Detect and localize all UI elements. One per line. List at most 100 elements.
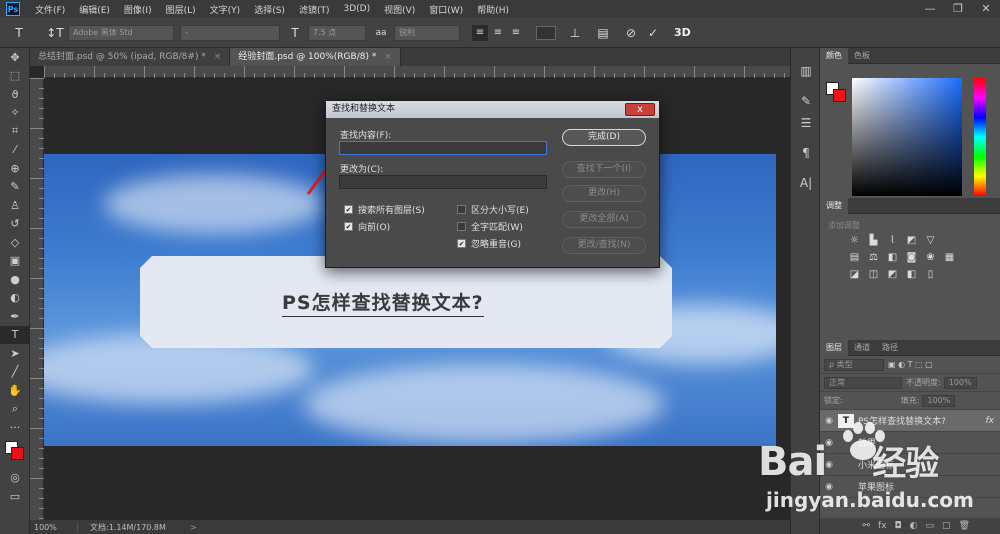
close-icon[interactable]: × (214, 48, 222, 66)
color-balance-icon[interactable]: ⚖ (865, 252, 882, 264)
menu-image[interactable]: 图像(I) (117, 3, 159, 16)
zoom-level[interactable]: 100% (30, 522, 78, 532)
align-center-icon[interactable]: ≡ (490, 25, 506, 41)
menu-type[interactable]: 文字(Y) (203, 3, 248, 16)
healing-tool-icon[interactable]: ⊕ (0, 159, 30, 178)
menu-edit[interactable]: 编辑(E) (72, 3, 117, 16)
type-tool-icon[interactable]: T (10, 24, 28, 42)
menu-layer[interactable]: 图层(L) (159, 3, 203, 16)
tab-channels[interactable]: 通道 (848, 342, 876, 353)
forward-checkbox[interactable]: ✔ 向前(O) (344, 220, 390, 233)
text-orientation-icon[interactable]: ↕T (46, 24, 64, 42)
fill-input[interactable]: 100% (922, 394, 956, 407)
brush-tool-icon[interactable]: ✎ (0, 178, 30, 197)
photo-filter-icon[interactable]: ◙ (903, 252, 920, 264)
blur-tool-icon[interactable]: ● (0, 270, 30, 289)
opacity-input[interactable]: 100% (943, 376, 977, 389)
crop-tool-icon[interactable]: ⌗ (0, 122, 30, 141)
pen-tool-icon[interactable]: ✒ (0, 307, 30, 326)
properties-panel-icon[interactable]: ☰ (791, 112, 821, 134)
brightness-icon[interactable]: ☼ (846, 235, 863, 247)
threshold-icon[interactable]: ◩ (884, 269, 901, 281)
menu-view[interactable]: 视图(V) (377, 3, 422, 16)
minimize-icon[interactable]: — (916, 0, 944, 18)
tab-paths[interactable]: 路径 (876, 342, 904, 353)
menu-select[interactable]: 选择(S) (247, 3, 292, 16)
menu-file[interactable]: 文件(F) (28, 3, 72, 16)
black-white-icon[interactable]: ◧ (884, 252, 901, 264)
font-family-select[interactable]: Adobe 黑体 Std (68, 24, 174, 41)
tab-color[interactable]: 颜色 (820, 47, 848, 64)
gradient-tool-icon[interactable]: ▣ (0, 252, 30, 271)
lasso-tool-icon[interactable]: ϑ (0, 85, 30, 104)
zoom-tool-icon[interactable]: ⌕ (0, 400, 30, 419)
text-color-swatch[interactable] (536, 25, 556, 40)
color-swatches[interactable] (0, 437, 30, 469)
move-tool-icon[interactable]: ✥ (0, 48, 30, 67)
tab-document-2[interactable]: 经验封面.psd @ 100%(RGB/8) * × (230, 48, 401, 66)
blend-mode-select[interactable]: 正常 (824, 376, 902, 389)
background-color[interactable] (11, 446, 24, 460)
font-style-select[interactable]: - (180, 24, 280, 41)
color-picker-field[interactable] (852, 78, 962, 196)
screen-mode-icon[interactable]: ▭ (0, 487, 30, 506)
path-selection-tool-icon[interactable]: ➤ (0, 344, 30, 363)
eyedropper-tool-icon[interactable]: ⁄ (0, 141, 30, 160)
antialias-select[interactable]: 锐利 (394, 24, 460, 41)
hand-tool-icon[interactable]: ✋ (0, 381, 30, 400)
commit-icon[interactable]: ✓ (644, 24, 662, 42)
menu-filter[interactable]: 滤镜(T) (292, 3, 337, 16)
tab-swatches[interactable]: 色板 (848, 50, 876, 61)
change-all-button[interactable]: 更改全部(A) (562, 211, 646, 228)
tab-adjustments[interactable]: 调整 (820, 197, 848, 214)
channel-mixer-icon[interactable]: ❀ (922, 252, 939, 264)
levels-icon[interactable]: ▙ (865, 235, 882, 247)
close-icon[interactable]: × (384, 48, 392, 66)
find-input[interactable] (339, 141, 547, 155)
close-icon[interactable]: ✕ (972, 0, 1000, 18)
brush-panel-icon[interactable]: ✎ (791, 90, 821, 112)
tab-document-1[interactable]: 总结封面.psd @ 50% (ipad, RGB/8#) * × (30, 48, 231, 66)
exposure-icon[interactable]: ◩ (903, 235, 920, 247)
case-sensitive-checkbox[interactable]: 区分大小写(E) (457, 203, 529, 216)
stamp-tool-icon[interactable]: ♙ (0, 196, 30, 215)
replace-input[interactable] (339, 175, 547, 189)
tab-layers[interactable]: 图层 (820, 339, 848, 356)
vibrance-icon[interactable]: ▽ (922, 235, 939, 247)
search-all-layers-checkbox[interactable]: ✔ 搜索所有图层(S) (344, 203, 425, 216)
invert-icon[interactable]: ◪ (846, 269, 863, 281)
done-button[interactable]: 完成(D) (562, 129, 646, 146)
color-lookup-icon[interactable]: ▦ (941, 252, 958, 264)
line-tool-icon[interactable]: ╱ (0, 363, 30, 382)
marquee-tool-icon[interactable]: ⬚ (0, 67, 30, 86)
card-title-text[interactable]: PS怎样查找替换文本? (282, 288, 484, 317)
posterize-icon[interactable]: ◫ (865, 269, 882, 281)
character-panel-icon[interactable]: A| (791, 172, 821, 194)
dialog-close-button[interactable]: x (625, 103, 655, 116)
curves-icon[interactable]: ⌇ (884, 235, 901, 247)
whole-word-checkbox[interactable]: 全字匹配(W) (457, 220, 523, 233)
menu-3d[interactable]: 3D(D) (336, 4, 377, 14)
menu-window[interactable]: 窗口(W) (422, 3, 470, 16)
align-right-icon[interactable]: ≡ (508, 25, 524, 41)
status-menu-arrow[interactable]: > (190, 523, 197, 532)
dodge-tool-icon[interactable]: ◐ (0, 289, 30, 308)
cancel-icon[interactable]: ⊘ (622, 24, 640, 42)
layer-kind-select[interactable]: ρ 类型 (824, 358, 884, 371)
warp-text-icon[interactable]: ⊥ (566, 24, 584, 42)
menu-help[interactable]: 帮助(H) (470, 3, 516, 16)
hue-slider[interactable] (974, 78, 986, 196)
eraser-tool-icon[interactable]: ◇ (0, 233, 30, 252)
more-tools-icon[interactable]: ··· (0, 418, 30, 437)
quick-mask-icon[interactable]: ◎ (0, 469, 30, 488)
restore-icon[interactable]: ❐ (944, 0, 972, 18)
panel-background-swatch[interactable] (833, 89, 846, 102)
font-size-select[interactable]: 7.5 点 (308, 24, 366, 41)
type-tool-icon[interactable]: T (0, 325, 30, 344)
ignore-accents-checkbox[interactable]: ✔ 忽略重音(G) (457, 237, 521, 250)
paragraph-panel-icon[interactable]: ¶ (791, 142, 821, 164)
find-next-button[interactable]: 查找下一个(I) (562, 161, 646, 178)
character-panel-icon[interactable]: ▤ (594, 24, 612, 42)
history-brush-tool-icon[interactable]: ↺ (0, 215, 30, 234)
change-find-button[interactable]: 更改/查找(N) (562, 237, 646, 254)
